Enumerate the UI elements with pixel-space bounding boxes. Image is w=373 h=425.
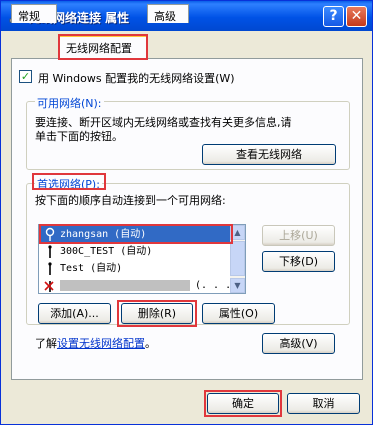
available-networks-desc-2: 单击下面的按钮。 <box>35 130 123 143</box>
tab-wireless-config-label: 无线网络配置 <box>66 42 132 55</box>
network-item-label: 300C_TEST (自动) <box>60 246 153 257</box>
move-down-button[interactable]: 下移(D) <box>262 251 335 272</box>
list-scrollbar[interactable]: ▲ ▼ <box>230 225 245 293</box>
wireless-network-icon <box>48 245 52 258</box>
tab-general-label: 常规 <box>18 10 40 23</box>
preferred-networks-list[interactable]: zhangsan (自动) 300C_TEST (自动) Test (自动) ( <box>38 224 246 294</box>
help-icon: ? <box>329 8 338 24</box>
tab-advanced[interactable]: 高级 <box>147 4 189 23</box>
remove-network-button[interactable]: 删除(R) <box>121 303 193 324</box>
network-properties-button[interactable]: 属性(O) <box>202 303 275 324</box>
preferred-networks-instruction: 按下面的顺序自动连接到一个可用网络: <box>35 194 226 207</box>
close-button[interactable]: ✕ <box>346 6 367 27</box>
wireless-network-icon <box>45 227 55 241</box>
move-up-button[interactable]: 上移(U) <box>262 225 335 246</box>
learn-more-link[interactable]: 设置无线网络配置 <box>57 337 145 350</box>
learn-more-suffix: 。 <box>145 337 156 350</box>
help-button[interactable]: ? <box>323 6 344 27</box>
scroll-thumb[interactable] <box>230 241 245 276</box>
network-item-label: zhangsan (自动) <box>60 229 147 240</box>
network-item-300c-test[interactable]: 300C_TEST (自动) <box>40 243 231 260</box>
ok-button[interactable]: 确定 <box>207 393 279 414</box>
network-item-label: (. . . <box>195 280 232 291</box>
view-wireless-networks-button[interactable]: 查看无线网络 <box>202 144 336 165</box>
tab-wireless-config[interactable]: 无线网络配置 <box>59 35 147 58</box>
properties-dialog: 无线网络连接 属性 ? ✕ 常规 无线网络配置 高级 ✓ 用 Windows 配… <box>0 0 373 425</box>
use-windows-checkbox[interactable]: ✓ <box>19 70 32 83</box>
preferred-networks-title: 首选网络(P): <box>35 176 102 192</box>
close-icon: ✕ <box>350 8 363 24</box>
add-network-button[interactable]: 添加(A)... <box>38 303 111 324</box>
wireless-network-icon <box>48 262 52 275</box>
advanced-button[interactable]: 高级(V) <box>262 333 335 354</box>
tab-general[interactable]: 常规 <box>11 4 57 23</box>
use-windows-label: 用 Windows 配置我的无线网络设置(W) <box>38 72 235 85</box>
network-item-test[interactable]: Test (自动) <box>40 260 231 277</box>
scroll-down-icon[interactable]: ▼ <box>230 278 245 293</box>
redacted-network-name <box>60 280 190 291</box>
network-item-zhangsan[interactable]: zhangsan (自动) <box>40 226 231 243</box>
learn-more-text: 了解设置无线网络配置。 <box>35 335 156 351</box>
tab-advanced-label: 高级 <box>154 10 176 23</box>
network-item-hidden[interactable]: (. . . <box>40 277 232 293</box>
unavailable-network-icon <box>44 281 54 292</box>
cancel-button[interactable]: 取消 <box>287 393 360 414</box>
scroll-up-icon[interactable]: ▲ <box>230 225 245 240</box>
available-networks-title: 可用网络(N): <box>35 95 104 111</box>
network-item-label: Test (自动) <box>60 263 123 274</box>
learn-more-prefix: 了解 <box>35 337 57 350</box>
checkmark-icon: ✓ <box>20 70 31 83</box>
